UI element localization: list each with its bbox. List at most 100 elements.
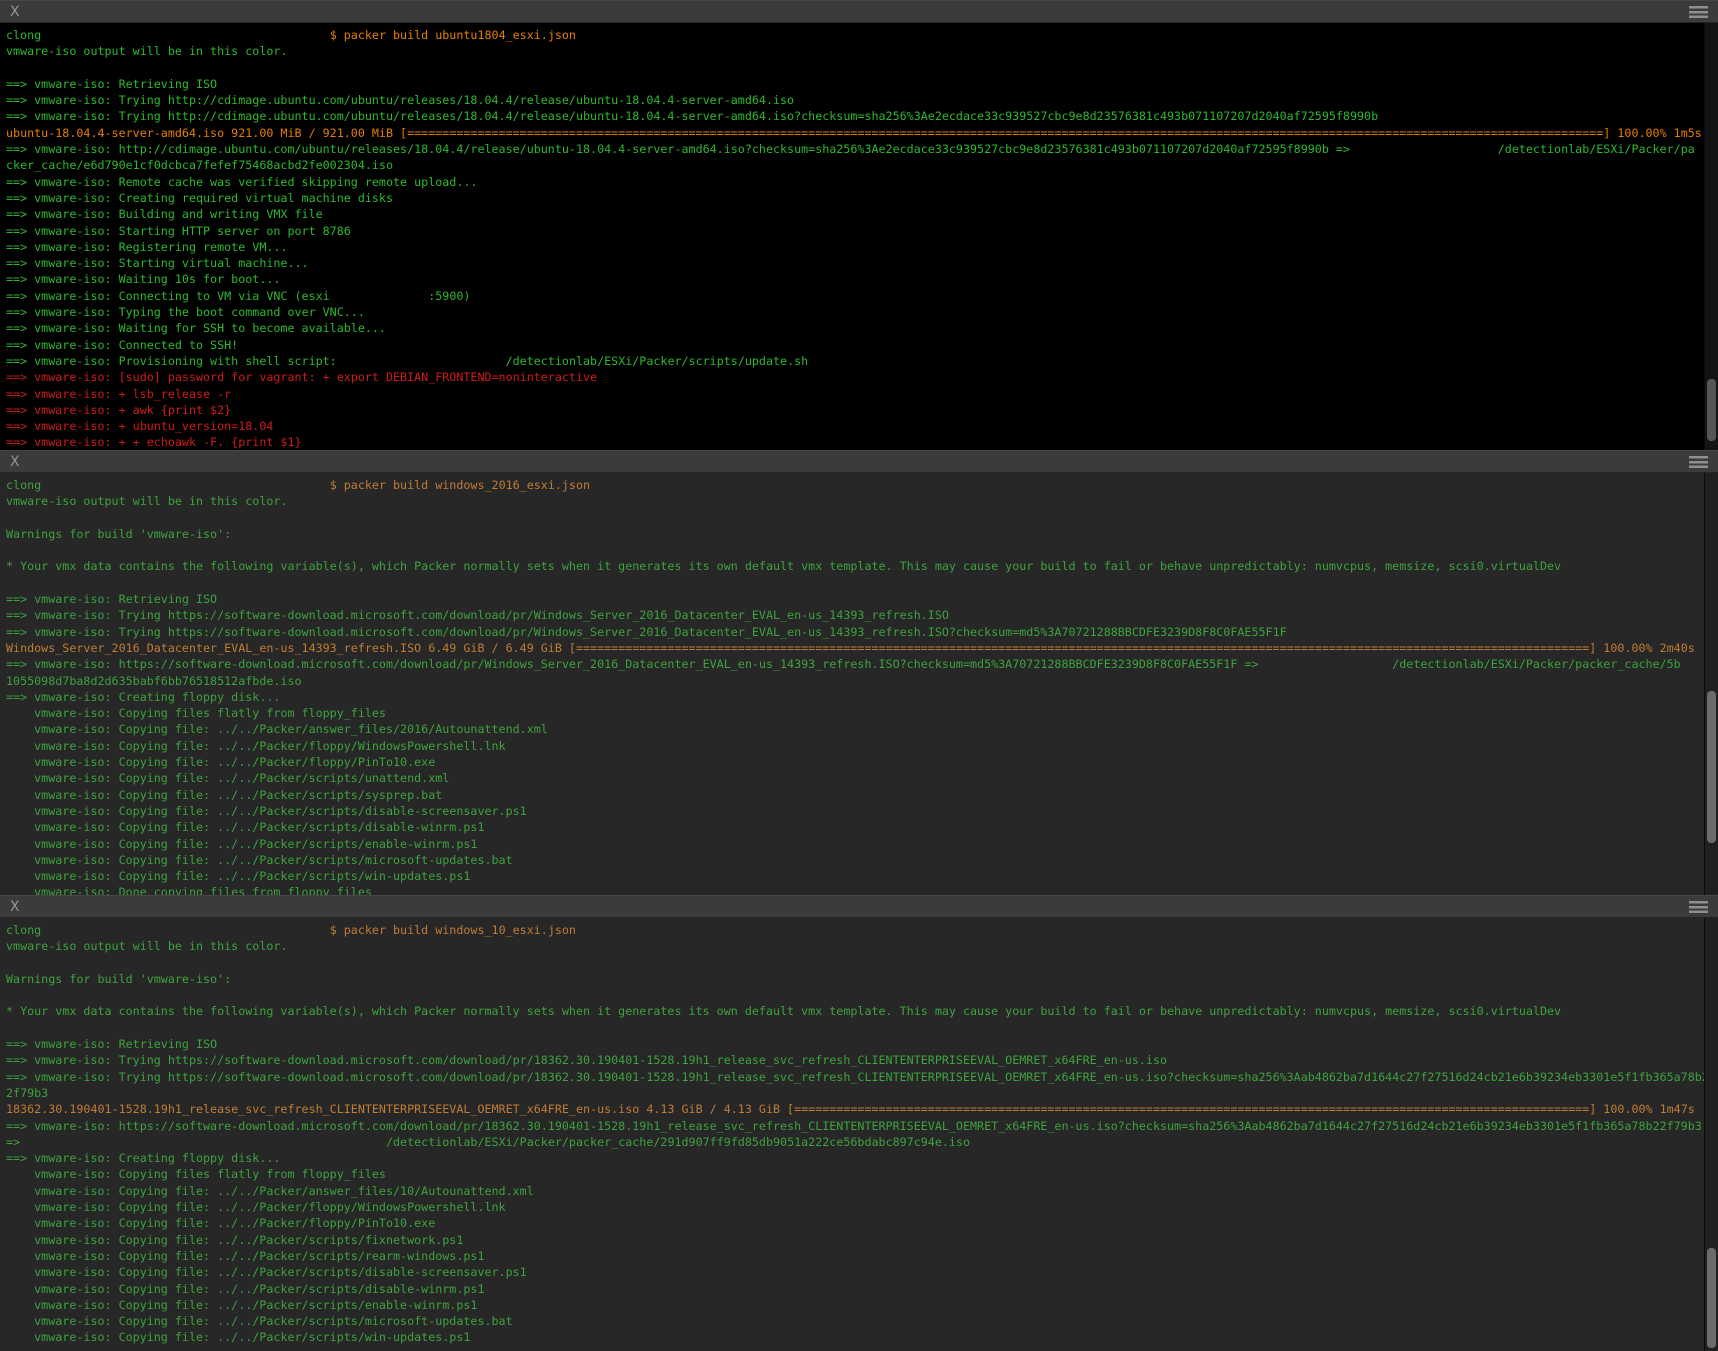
terminal-line: clong $ packer build windows_10_esxi.jso…	[6, 922, 1704, 938]
terminal-line: ==> vmware-iso: Trying http://cdimage.ub…	[6, 108, 1704, 124]
scrollbar-thumb[interactable]	[1707, 691, 1716, 843]
terminal-line: vmware-iso: Copying file: ../../Packer/s…	[6, 1297, 1704, 1313]
terminal-line: vmware-iso: Copying file: ../../Packer/s…	[6, 803, 1704, 819]
pane-titlebar[interactable]: X	[0, 0, 1718, 23]
terminal-line: ==> vmware-iso: + + echoawk -F. {print $…	[6, 434, 1704, 450]
terminal-line: vmware-iso: Done copying files from flop…	[6, 884, 1704, 895]
terminal-line: ==> vmware-iso: Connecting to VM via VNC…	[6, 288, 1704, 304]
terminal-line: ==> vmware-iso: http://cdimage.ubuntu.co…	[6, 141, 1704, 157]
terminal-pane-windows2016: X clong $ packer build windows_2016_esxi…	[0, 450, 1718, 895]
menu-bars-icon[interactable]	[1689, 456, 1708, 468]
close-icon[interactable]: X	[10, 900, 20, 914]
terminal-line: ==> vmware-iso: Starting virtual machine…	[6, 255, 1704, 271]
terminal-line: vmware-iso: Copying file: ../../Packer/f…	[6, 1199, 1704, 1215]
terminal-line: ==> vmware-iso: Starting HTTP server on …	[6, 223, 1704, 239]
terminal-line: ==> vmware-iso: Trying http://cdimage.ub…	[6, 92, 1704, 108]
pane-titlebar[interactable]: X	[0, 895, 1718, 918]
terminal-line	[6, 955, 1704, 971]
terminal-line: ==> vmware-iso: Retrieving ISO	[6, 591, 1704, 607]
terminal-line: ==> vmware-iso: Trying https://software-…	[6, 624, 1704, 640]
terminal-line: vmware-iso: Copying file: ../../Packer/s…	[6, 852, 1704, 868]
close-icon[interactable]: X	[10, 5, 20, 19]
close-icon[interactable]: X	[10, 455, 20, 469]
terminal-line: vmware-iso: Copying file: ../../Packer/f…	[6, 1215, 1704, 1231]
terminal-line: ==> vmware-iso: Registering remote VM...	[6, 239, 1704, 255]
terminal-content-windows10[interactable]: clong $ packer build windows_10_esxi.jso…	[0, 918, 1718, 1351]
terminal-line: ubuntu-18.04.4-server-amd64.iso 921.00 M…	[6, 125, 1704, 141]
terminal-line: ==> vmware-iso: Creating floppy disk...	[6, 1150, 1704, 1166]
terminal-line: vmware-iso: Copying file: ../../Packer/s…	[6, 1281, 1704, 1297]
terminal-line: 2f79b3	[6, 1085, 1704, 1101]
terminal-line: vmware-iso: Copying file: ../../Packer/s…	[6, 1313, 1704, 1329]
terminal-line	[6, 1020, 1704, 1036]
pane-titlebar[interactable]: X	[0, 450, 1718, 473]
terminal-line: ==> vmware-iso: https://software-downloa…	[6, 656, 1704, 672]
terminal-line: ==> vmware-iso: Trying https://software-…	[6, 607, 1704, 623]
terminal-content-windows2016[interactable]: clong $ packer build windows_2016_esxi.j…	[0, 473, 1718, 895]
terminal-line	[6, 542, 1704, 558]
menu-bars-icon[interactable]	[1689, 901, 1708, 913]
terminal-line: ==> vmware-iso: Retrieving ISO	[6, 76, 1704, 92]
terminal-line: vmware-iso: Copying file: ../../Packer/s…	[6, 1232, 1704, 1248]
terminal-pane-windows10: X clong $ packer build windows_10_esxi.j…	[0, 895, 1718, 1351]
terminal-line	[6, 60, 1704, 76]
menu-bars-icon[interactable]	[1689, 6, 1708, 18]
terminal-line: vmware-iso: Copying file: ../../Packer/s…	[6, 1264, 1704, 1280]
terminal-line: vmware-iso output will be in this color.	[6, 493, 1704, 509]
terminal-line: vmware-iso: Copying files flatly from fl…	[6, 1166, 1704, 1182]
terminal-line: vmware-iso output will be in this color.	[6, 43, 1704, 59]
terminal-line: ==> vmware-iso: Connected to SSH!	[6, 337, 1704, 353]
terminal-line: ==> vmware-iso: Building and writing VMX…	[6, 206, 1704, 222]
terminal-line: vmware-iso: Copying file: ../../Packer/s…	[6, 836, 1704, 852]
terminal-line: Windows_Server_2016_Datacenter_EVAL_en-u…	[6, 640, 1704, 656]
terminal-output: clong $ packer build windows_10_esxi.jso…	[6, 922, 1704, 1346]
scrollbar-thumb[interactable]	[1707, 1248, 1716, 1348]
scrollbar-track[interactable]	[1704, 23, 1718, 450]
terminal-line	[6, 987, 1704, 1003]
terminal-line: vmware-iso: Copying file: ../../Packer/s…	[6, 1248, 1704, 1264]
terminal-line: vmware-iso: Copying files flatly from fl…	[6, 705, 1704, 721]
terminal-line: ==> vmware-iso: https://software-downloa…	[6, 1118, 1704, 1134]
terminal-line: ==> vmware-iso: + lsb_release -r	[6, 386, 1704, 402]
terminal-line: clong $ packer build ubuntu1804_esxi.jso…	[6, 27, 1704, 43]
terminal-line	[6, 510, 1704, 526]
terminal-line: vmware-iso: Copying file: ../../Packer/s…	[6, 770, 1704, 786]
terminal-line: * Your vmx data contains the following v…	[6, 558, 1704, 574]
terminal-line: ==> vmware-iso: Waiting for SSH to becom…	[6, 320, 1704, 336]
terminal-pane-ubuntu1804: X clong $ packer build ubuntu1804_esxi.j…	[0, 0, 1718, 450]
scrollbar-track[interactable]	[1704, 473, 1718, 895]
terminal-line: vmware-iso: Copying file: ../../Packer/s…	[6, 819, 1704, 835]
terminal-line: ==> vmware-iso: Retrieving ISO	[6, 1036, 1704, 1052]
terminal-line: vmware-iso output will be in this color.	[6, 938, 1704, 954]
terminal-line: ==> vmware-iso: [sudo] password for vagr…	[6, 369, 1704, 385]
terminal-line: vmware-iso: Copying file: ../../Packer/s…	[6, 1329, 1704, 1345]
terminal-line: ==> vmware-iso: Creating required virtua…	[6, 190, 1704, 206]
terminal-line: 18362.30.190401-1528.19h1_release_svc_re…	[6, 1101, 1704, 1117]
terminal-line: ==> vmware-iso: Waiting 10s for boot...	[6, 271, 1704, 287]
terminal-line: vmware-iso: Copying file: ../../Packer/f…	[6, 754, 1704, 770]
terminal-line: ==> vmware-iso: Trying https://software-…	[6, 1052, 1704, 1068]
terminal-output: clong $ packer build windows_2016_esxi.j…	[6, 477, 1704, 895]
terminal-line: ==> vmware-iso: Creating floppy disk...	[6, 689, 1704, 705]
terminal-line: Warnings for build 'vmware-iso':	[6, 971, 1704, 987]
scrollbar-track[interactable]	[1704, 918, 1718, 1351]
terminal-line: vmware-iso: Copying file: ../../Packer/s…	[6, 787, 1704, 803]
terminal-line: => /detectionlab/ESXi/Packer/packer_cach…	[6, 1134, 1704, 1150]
terminal-line: Warnings for build 'vmware-iso':	[6, 526, 1704, 542]
terminal-line: cker_cache/e6d790e1cf0dcbca7fefef75468ac…	[6, 157, 1704, 173]
terminal-output: clong $ packer build ubuntu1804_esxi.jso…	[6, 27, 1704, 450]
terminal-line: vmware-iso: Copying file: ../../Packer/f…	[6, 738, 1704, 754]
terminal-line: ==> vmware-iso: Typing the boot command …	[6, 304, 1704, 320]
terminal-line: vmware-iso: Copying file: ../../Packer/s…	[6, 868, 1704, 884]
terminal-content-ubuntu1804[interactable]: clong $ packer build ubuntu1804_esxi.jso…	[0, 23, 1718, 450]
terminal-line: 1055098d7ba8d2d635babf6bb76518512afbde.i…	[6, 673, 1704, 689]
terminal-line: ==> vmware-iso: Trying https://software-…	[6, 1069, 1704, 1085]
terminal-line: clong $ packer build windows_2016_esxi.j…	[6, 477, 1704, 493]
terminal-line: ==> vmware-iso: Remote cache was verifie…	[6, 174, 1704, 190]
terminal-line: ==> vmware-iso: + ubuntu_version=18.04	[6, 418, 1704, 434]
terminal-line: vmware-iso: Copying file: ../../Packer/a…	[6, 1183, 1704, 1199]
scrollbar-thumb[interactable]	[1707, 379, 1716, 441]
terminal-line: ==> vmware-iso: Provisioning with shell …	[6, 353, 1704, 369]
terminal-line: ==> vmware-iso: + awk {print $2}	[6, 402, 1704, 418]
terminal-line	[6, 575, 1704, 591]
